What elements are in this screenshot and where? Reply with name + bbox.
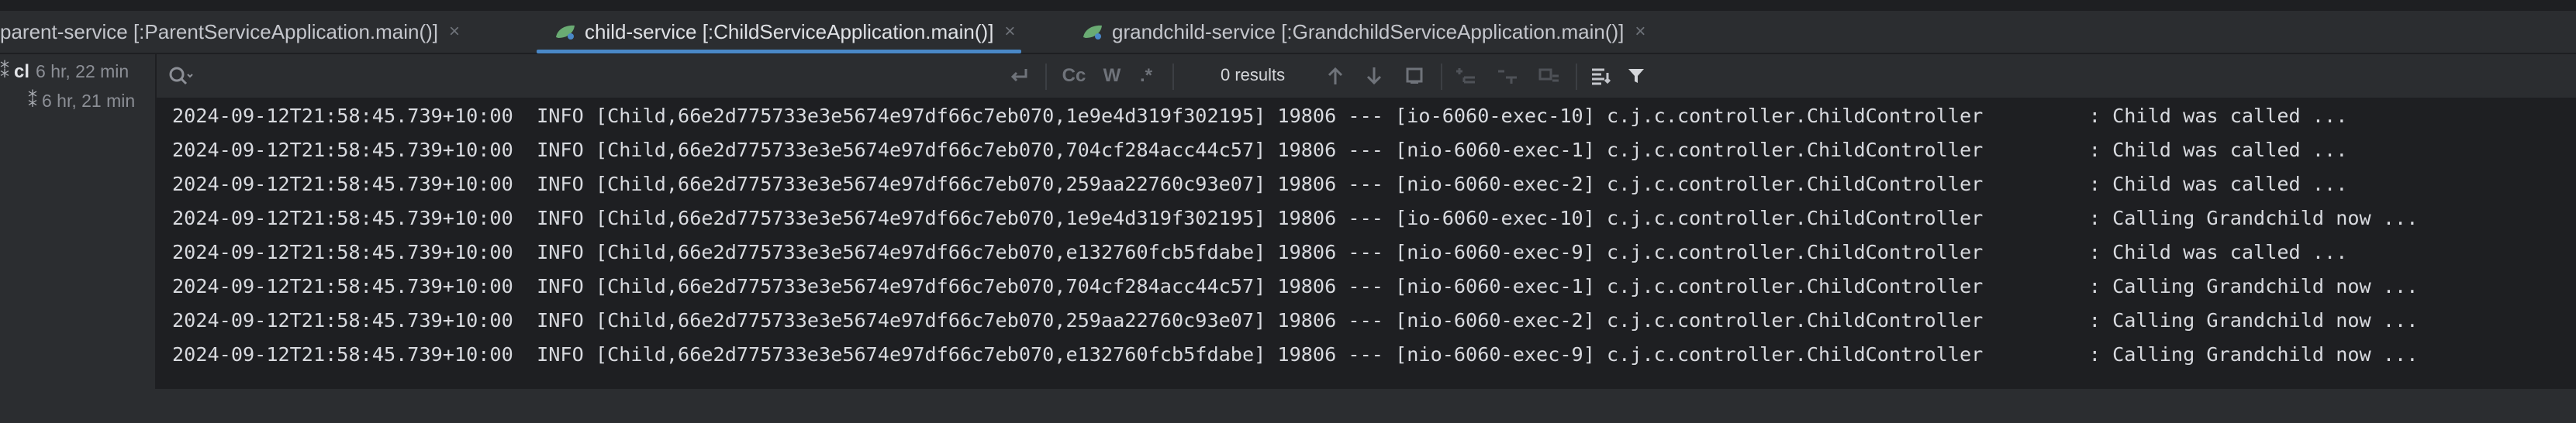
spinner-icon: ⁑ — [0, 61, 9, 82]
window-top-strip — [0, 0, 2576, 11]
log-line: 2024-09-12T21:58:45.739+10:00 INFO [Chil… — [172, 173, 2348, 195]
sidebar-item-child[interactable]: ⁑ 6 hr, 21 min — [28, 90, 135, 112]
console-search-bar: Cc W .* 0 results — [157, 54, 2576, 99]
log-line: 2024-09-12T21:58:45.739+10:00 INFO [Chil… — [172, 343, 2419, 366]
regex-icon[interactable]: .* — [1131, 60, 1162, 91]
sidebar-item-time: 6 hr, 22 min — [36, 61, 129, 81]
run-tab-bar: parent-service [:ParentServiceApplicatio… — [0, 11, 2576, 54]
add-selection-icon[interactable] — [1450, 60, 1481, 91]
sidebar-item-time: 6 hr, 21 min — [42, 91, 136, 111]
select-all-occurrences-icon[interactable] — [1399, 60, 1430, 91]
console-output[interactable]: 2024-09-12T21:58:45.739+10:00 INFO [Chil… — [157, 99, 2576, 389]
match-case-button[interactable]: Cc — [1055, 60, 1093, 91]
log-line: 2024-09-12T21:58:45.739+10:00 INFO [Chil… — [172, 241, 2348, 263]
arrow-up-icon[interactable] — [1320, 60, 1351, 91]
toolbar-separator — [1172, 64, 1174, 90]
spring-run-icon — [1083, 25, 1102, 40]
toolbar-separator — [1441, 64, 1442, 90]
close-icon[interactable]: × — [1635, 21, 1645, 43]
log-line: 2024-09-12T21:58:45.739+10:00 INFO [Chil… — [172, 207, 2419, 229]
arrow-down-icon[interactable] — [1359, 60, 1390, 91]
log-line: 2024-09-12T21:58:45.739+10:00 INFO [Chil… — [172, 309, 2419, 332]
tab-child-service[interactable]: child-service [:ChildServiceApplication.… — [536, 11, 1022, 53]
log-line: 2024-09-12T21:58:45.739+10:00 INFO [Chil… — [172, 275, 2419, 297]
tab-label: child-service [:ChildServiceApplication.… — [585, 19, 994, 43]
search-results-count: 0 results — [1221, 65, 1286, 84]
filter-icon[interactable] — [1621, 60, 1652, 91]
newline-icon[interactable] — [1003, 60, 1034, 91]
tab-parent-service[interactable]: parent-service [:ParentServiceApplicatio… — [0, 11, 460, 53]
search-icon[interactable] — [167, 65, 194, 88]
spinner-icon: ⁑ — [28, 91, 37, 112]
spring-run-icon — [556, 25, 575, 40]
log-line: 2024-09-12T21:58:45.739+10:00 INFO [Chil… — [172, 139, 2348, 161]
sidebar-item-label: cl — [14, 60, 30, 82]
search-input[interactable] — [202, 60, 980, 93]
toolbar-separator — [1576, 64, 1577, 90]
tab-label: parent-service [:ParentServiceApplicatio… — [0, 19, 439, 43]
whole-words-button[interactable]: W — [1096, 60, 1127, 91]
sidebar-item-cl[interactable]: ⁑ cl 6 hr, 22 min — [0, 60, 129, 83]
select-all-matches-icon[interactable] — [1534, 60, 1565, 91]
search-options-icon[interactable] — [1585, 60, 1616, 91]
toolbar-separator — [1045, 64, 1047, 90]
tab-label: grandchild-service [:GrandchildServiceAp… — [1112, 19, 1625, 43]
tab-grandchild-service[interactable]: grandchild-service [:GrandchildServiceAp… — [1081, 11, 1645, 53]
close-icon[interactable]: × — [1004, 21, 1015, 43]
remove-selection-icon[interactable] — [1492, 60, 1523, 91]
log-line: 2024-09-12T21:58:45.739+10:00 INFO [Chil… — [172, 105, 2348, 127]
close-icon[interactable]: × — [449, 21, 460, 43]
bottom-panel-area — [0, 389, 2576, 423]
run-sidebar: ⁑ cl 6 hr, 22 min ⁑ 6 hr, 21 min — [0, 54, 157, 389]
